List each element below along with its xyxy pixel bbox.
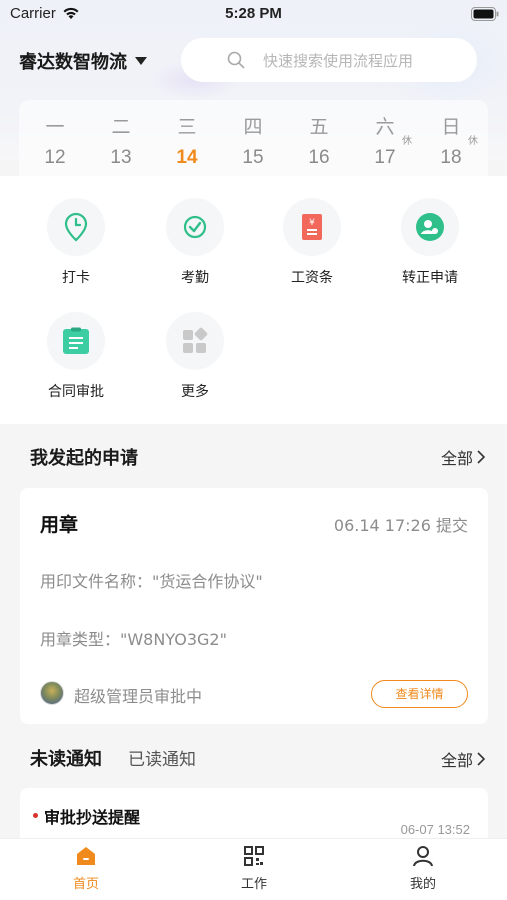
salary-slip-icon: ¥ xyxy=(283,198,341,256)
notice-title: 审批抄送提醒 xyxy=(44,808,141,827)
chevron-right-icon xyxy=(477,450,485,464)
app-label: 考勤 xyxy=(181,270,209,286)
calendar-day[interactable]: 日 休 18 xyxy=(418,100,484,176)
clipboard-icon xyxy=(47,312,105,370)
approval-status: 超级管理员审批中 xyxy=(74,687,203,706)
app-label: 更多 xyxy=(181,384,209,400)
tab-label: 首页 xyxy=(72,877,99,892)
search-icon xyxy=(227,51,245,69)
day-number: 13 xyxy=(110,147,132,168)
day-number-today: 14 xyxy=(176,147,198,168)
app-label: 合同审批 xyxy=(48,384,104,400)
tab-unread-notices[interactable]: 未读通知 xyxy=(30,745,102,771)
my-requests-all-link[interactable]: 全部 xyxy=(441,445,485,469)
rest-day-badge: 休 xyxy=(468,136,478,147)
weekday-label: 五 xyxy=(309,116,329,138)
notice-time: 06-07 13:52 xyxy=(400,822,470,837)
my-requests-title: 我发起的申请 xyxy=(30,448,138,469)
request-seal-type: 用章类型："W8NYO3G2" xyxy=(40,630,227,649)
calendar-day[interactable]: 四 15 xyxy=(220,100,286,176)
tab-home[interactable]: 首页 xyxy=(46,845,126,892)
app-probation-request[interactable]: 转正申请 xyxy=(375,198,485,287)
profile-icon xyxy=(413,846,433,867)
app-label: 打卡 xyxy=(62,270,90,286)
avatar xyxy=(40,681,64,705)
tab-work[interactable]: 工作 xyxy=(214,845,294,892)
calendar-day-today[interactable]: 三 14 xyxy=(154,100,220,176)
home-icon xyxy=(77,847,95,865)
app-label: 转正申请 xyxy=(402,270,458,286)
weekday-label: 三 xyxy=(177,116,197,138)
request-submit-time: 06.14 17:26 提交 xyxy=(333,516,468,535)
weekday-label: 四 xyxy=(243,116,263,138)
svg-text:¥: ¥ xyxy=(309,218,315,228)
search-placeholder: 快速搜索使用流程应用 xyxy=(263,51,414,70)
caret-down-icon xyxy=(135,57,147,65)
day-number: 15 xyxy=(242,147,264,168)
app-grid: 打卡 考勤 ¥ 工资条 转正申请 合同审批 更多 xyxy=(0,176,507,424)
request-document-name: 用印文件名称："货运合作协议" xyxy=(40,572,263,591)
app-clock-in[interactable]: 打卡 xyxy=(21,198,131,287)
all-link-label: 全部 xyxy=(440,751,473,770)
unread-dot xyxy=(33,813,38,818)
tab-read-notices[interactable]: 已读通知 xyxy=(128,745,196,770)
week-calendar: 一 12 二 13 三 14 四 15 五 16 六 休 17 日 休 18 xyxy=(19,100,488,176)
weekday-label: 二 xyxy=(111,116,131,138)
work-grid-icon xyxy=(244,846,264,866)
clock-time: 5:28 PM xyxy=(225,5,282,22)
check-circle-icon xyxy=(166,198,224,256)
org-name: 睿达数智物流 xyxy=(19,52,127,73)
calendar-day[interactable]: 二 13 xyxy=(88,100,154,176)
tab-label: 我的 xyxy=(409,877,436,892)
grid-more-icon xyxy=(166,312,224,370)
chevron-right-icon xyxy=(477,752,485,766)
calendar-day[interactable]: 六 休 17 xyxy=(352,100,418,176)
org-switcher[interactable]: 睿达数智物流 xyxy=(19,48,147,74)
notice-tabs: 未读通知 已读通知 xyxy=(30,745,196,771)
calendar-day[interactable]: 一 12 xyxy=(22,100,88,176)
day-number: 12 xyxy=(44,147,66,168)
request-card[interactable]: 用章 06.14 17:26 提交 用印文件名称："货运合作协议" 用章类型："… xyxy=(20,488,488,724)
tab-profile[interactable]: 我的 xyxy=(383,845,463,892)
app-more[interactable]: 更多 xyxy=(140,312,250,401)
request-title: 用章 xyxy=(40,514,79,536)
app-salary-slip[interactable]: ¥ 工资条 xyxy=(257,198,367,287)
calendar-day[interactable]: 五 16 xyxy=(286,100,352,176)
day-number: 17 xyxy=(374,147,396,168)
battery-icon xyxy=(471,6,499,25)
rest-day-badge: 休 xyxy=(402,136,412,147)
all-link-label: 全部 xyxy=(440,449,473,468)
bottom-tab-bar: 首页 工作 我的 xyxy=(0,838,507,900)
app-attendance[interactable]: 考勤 xyxy=(140,198,250,287)
day-number: 16 xyxy=(308,147,330,168)
status-bar: Carrier 5:28 PM xyxy=(0,0,507,30)
app-label: 工资条 xyxy=(291,270,333,286)
search-input[interactable]: 快速搜索使用流程应用 xyxy=(181,38,477,82)
app-contract-approval[interactable]: 合同审批 xyxy=(21,312,131,401)
view-details-button[interactable]: 查看详情 xyxy=(371,680,468,708)
tab-label: 工作 xyxy=(240,877,267,892)
weekday-label: 一 xyxy=(45,116,65,138)
clock-icon xyxy=(47,198,105,256)
user-badge-icon xyxy=(401,198,459,256)
day-number: 18 xyxy=(440,147,462,168)
notices-all-link[interactable]: 全部 xyxy=(441,747,485,771)
